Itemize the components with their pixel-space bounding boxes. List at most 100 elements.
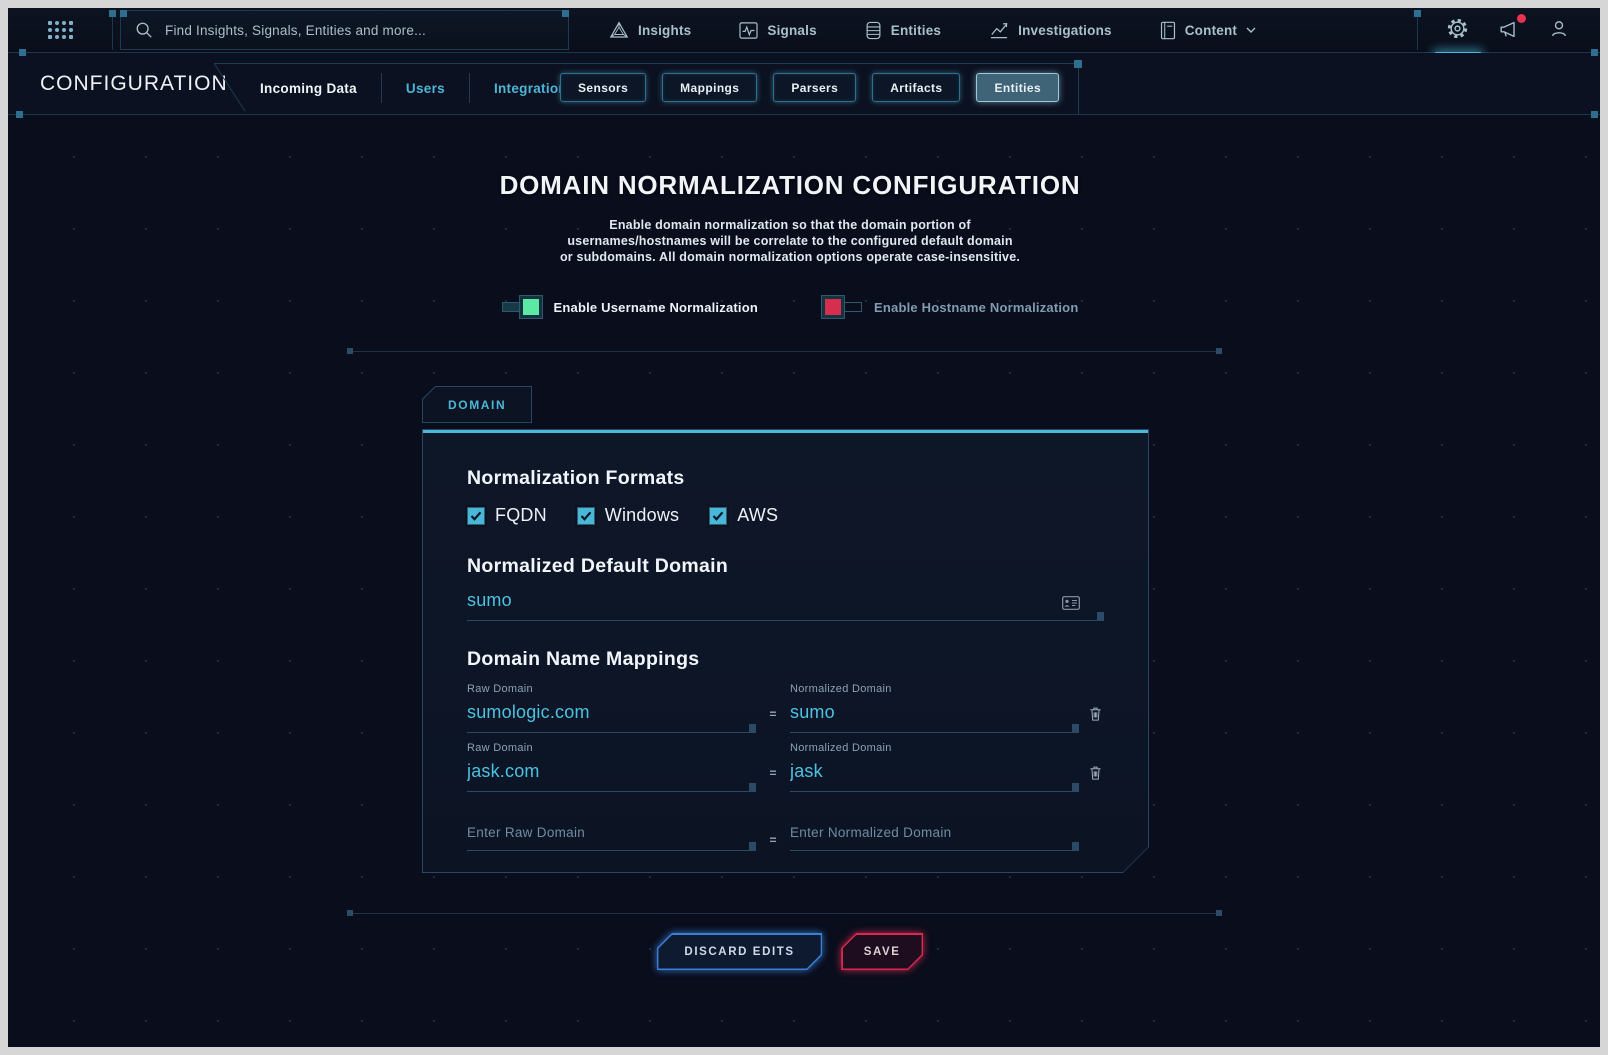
raw-domain-input[interactable]: [467, 757, 756, 791]
normalized-domain-column: Normalized Domain: [790, 742, 1079, 792]
entities-stack-icon: [865, 21, 882, 40]
field-underline: [467, 817, 756, 851]
normalized-domain-label: Normalized Domain: [790, 683, 1079, 695]
search-input[interactable]: [163, 22, 568, 39]
app-launcher-button[interactable]: [8, 8, 112, 52]
nav-entities[interactable]: Entities: [859, 20, 947, 41]
normalized-domain-input[interactable]: [790, 757, 1079, 791]
formats-checkbox-group: FQDN Windows AWS: [467, 505, 1104, 526]
discard-edits-label: DISCARD EDITS: [658, 935, 820, 969]
nav-label: Signals: [767, 23, 816, 38]
checkbox-checked-icon: [467, 507, 485, 525]
raw-domain-input[interactable]: [467, 698, 756, 732]
contact-card-icon: [1062, 596, 1080, 610]
normalized-domain-input[interactable]: [790, 698, 1079, 732]
domain-panel-wrap: DOMAIN Normalization Formats FQDN: [422, 352, 1149, 873]
checkbox-label: FQDN: [495, 505, 547, 526]
settings-button[interactable]: [1444, 15, 1471, 45]
trash-icon: [1088, 706, 1103, 725]
divider-top: [347, 351, 1222, 352]
normalized-domain-label: Normalized Domain: [790, 742, 1079, 754]
equals-sign: =: [756, 683, 790, 733]
content-book-icon: [1160, 21, 1176, 40]
mapping-row: Raw Domain = Normalized Domain: [467, 742, 1104, 792]
hostname-normalization-toggle[interactable]: [822, 295, 862, 319]
field-underline: [467, 757, 756, 792]
tab-incoming-data[interactable]: Incoming Data: [258, 81, 359, 96]
notification-dot: [1517, 14, 1526, 23]
person-icon: [1548, 18, 1570, 43]
description-line: or subdomains. All domain normalization …: [8, 249, 1586, 265]
section-parsers-button[interactable]: Parsers: [773, 73, 856, 102]
nav-investigations[interactable]: Investigations: [983, 20, 1118, 40]
toggle-row: Enable Username Normalization Enable Hos…: [8, 295, 1586, 319]
domain-tab[interactable]: DOMAIN: [422, 386, 532, 423]
window-frame: Insights Signals Entities Investigations: [0, 0, 1608, 1055]
delete-mapping-button[interactable]: [1088, 706, 1103, 725]
username-normalization-toggle[interactable]: [502, 295, 542, 319]
default-domain-field-wrap: [467, 586, 1104, 621]
delete-mapping-button[interactable]: [1088, 765, 1103, 784]
page-title: CONFIGURATION: [40, 53, 228, 114]
app-root: Insights Signals Entities Investigations: [8, 8, 1600, 1047]
checkbox-label: AWS: [737, 505, 778, 526]
new-raw-domain-input[interactable]: [467, 817, 756, 850]
checkbox-aws[interactable]: AWS: [709, 505, 778, 526]
equals-sign: =: [756, 817, 790, 851]
topbar-separator-left: [112, 10, 113, 50]
default-domain-heading: Normalized Default Domain: [467, 555, 1104, 578]
mappings-heading: Domain Name Mappings: [467, 648, 1104, 671]
description-line: usernames/hostnames will be correlate to…: [8, 233, 1586, 249]
domain-tab-label: DOMAIN: [423, 387, 531, 422]
section-sensors-button[interactable]: Sensors: [560, 73, 646, 102]
tab-separator: [381, 73, 382, 103]
section-mappings-button[interactable]: Mappings: [662, 73, 757, 102]
new-normalized-domain-input[interactable]: [790, 817, 1079, 850]
main-nav: Insights Signals Entities Investigations: [603, 20, 1262, 41]
checkbox-checked-icon: [577, 507, 595, 525]
username-normalization-toggle-row: Enable Username Normalization: [502, 295, 758, 319]
section-artifacts-button[interactable]: Artifacts: [872, 73, 960, 102]
tab-separator: [469, 73, 470, 103]
mapping-row: Raw Domain = Normalized Domain: [467, 683, 1104, 733]
default-domain-input[interactable]: [467, 586, 1104, 620]
description-line: Enable domain normalization so that the …: [8, 217, 1586, 233]
tab-users[interactable]: Users: [404, 81, 447, 96]
domain-normalization-title: DOMAIN NORMALIZATION CONFIGURATION: [8, 170, 1586, 201]
discard-edits-button[interactable]: DISCARD EDITS: [657, 933, 822, 970]
description: Enable domain normalization so that the …: [8, 217, 1586, 265]
toggle-knob-off: [822, 296, 844, 318]
save-label: SAVE: [843, 935, 922, 969]
main-content: DOMAIN NORMALIZATION CONFIGURATION Enabl…: [8, 115, 1600, 1047]
new-mapping-row: =: [467, 817, 1104, 851]
nav-insights[interactable]: Insights: [603, 20, 697, 40]
nav-label: Investigations: [1018, 23, 1112, 38]
insights-triangle-icon: [609, 21, 629, 39]
search-icon: [135, 21, 153, 39]
topbar-separator-right: [1417, 10, 1418, 50]
chevron-down-icon: [1246, 27, 1256, 34]
signals-pulse-icon: [739, 22, 758, 39]
nav-signals[interactable]: Signals: [733, 21, 822, 40]
notifications-button[interactable]: [1495, 16, 1522, 45]
save-button[interactable]: SAVE: [841, 933, 923, 970]
search-box[interactable]: [120, 10, 569, 50]
toggle-knob-on: [520, 296, 542, 318]
nav-content[interactable]: Content: [1154, 20, 1262, 41]
checkbox-windows[interactable]: Windows: [577, 505, 679, 526]
hostname-normalization-toggle-row: Enable Hostname Normalization: [822, 295, 1078, 319]
raw-domain-column: Raw Domain: [467, 742, 756, 792]
domain-panel: Normalization Formats FQDN W: [422, 429, 1149, 873]
raw-domain-column: Raw Domain: [467, 683, 756, 733]
trash-icon: [1088, 765, 1103, 784]
account-button[interactable]: [1546, 16, 1572, 45]
megaphone-icon: [1497, 18, 1520, 43]
section-buttons: Sensors Mappings Parsers Artifacts Entit…: [560, 73, 1059, 102]
checkbox-fqdn[interactable]: FQDN: [467, 505, 547, 526]
app-grid-icon: [48, 21, 73, 39]
checkbox-label: Windows: [605, 505, 679, 526]
section-entities-button[interactable]: Entities: [976, 73, 1059, 102]
toggle-label: Enable Hostname Normalization: [874, 300, 1078, 315]
gear-icon: [1446, 17, 1469, 43]
domain-panel-inner: Normalization Formats FQDN W: [423, 430, 1148, 872]
